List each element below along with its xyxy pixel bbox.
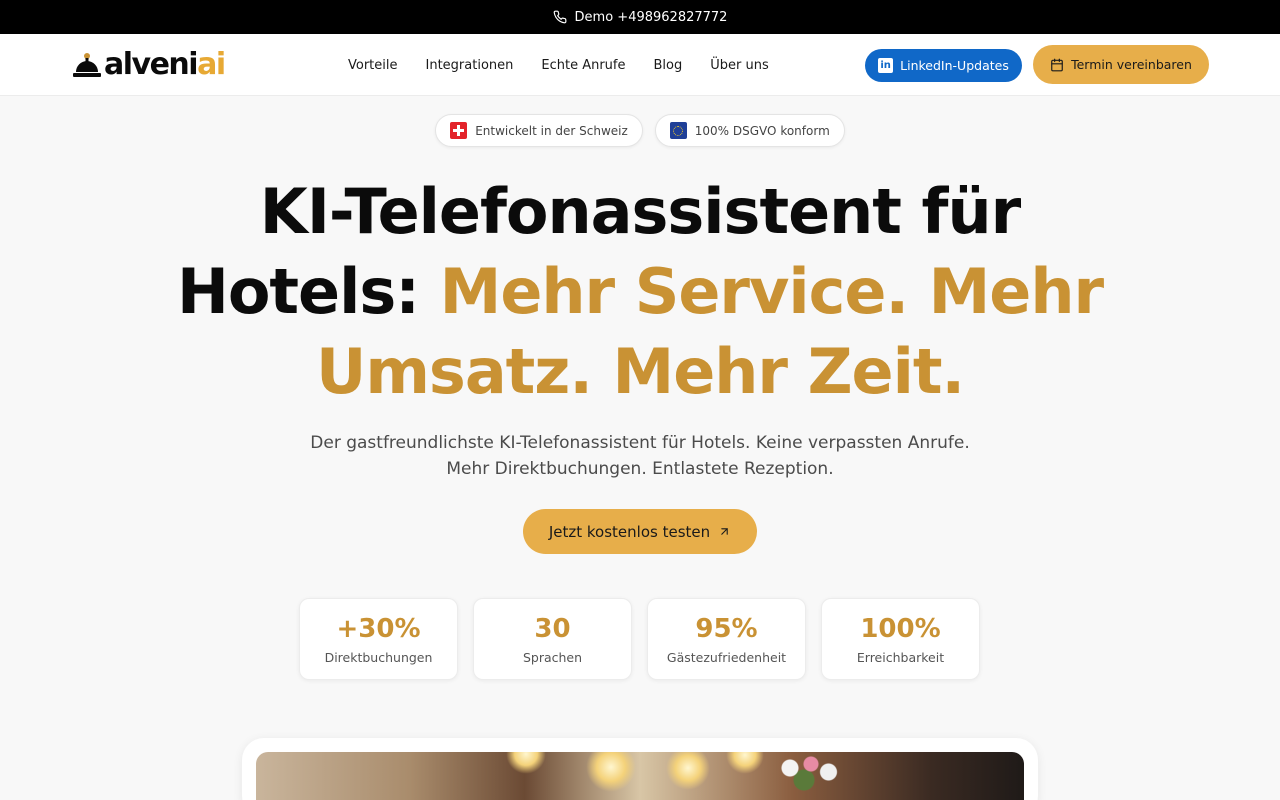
- stats-row: +30% Direktbuchungen 30 Sprachen 95% Gäs…: [299, 598, 980, 680]
- trust-badges: Entwickelt in der Schweiz 100% DSGVO kon…: [0, 114, 1280, 147]
- termin-vereinbaren-button[interactable]: Termin vereinbaren: [1033, 45, 1209, 84]
- stat-value: 30: [534, 613, 571, 644]
- linkedin-icon: in: [878, 58, 894, 73]
- termin-button-label: Termin vereinbaren: [1071, 57, 1192, 72]
- stat-card: 95% Gästezufriedenheit: [647, 598, 806, 680]
- hero-image-card: [242, 738, 1038, 800]
- stat-value: 95%: [695, 613, 758, 644]
- reception-bell-icon: [73, 53, 101, 77]
- badge-dsgvo: 100% DSGVO konform: [654, 114, 845, 147]
- logo[interactable]: alveniai: [72, 46, 226, 82]
- badge-dsgvo-label: 100% DSGVO konform: [694, 123, 830, 138]
- hero-title-gold: Mehr Service. Mehr Umsatz. Mehr Zeit.: [315, 255, 1104, 408]
- stat-card: +30% Direktbuchungen: [299, 598, 458, 680]
- stat-label: Sprachen: [522, 649, 583, 665]
- nav-item-blog[interactable]: Blog: [654, 58, 683, 73]
- stat-value: +30%: [336, 613, 421, 644]
- nav-item-echte-anrufe[interactable]: Echte Anrufe: [541, 58, 625, 73]
- stat-label: Gästezufriedenheit: [666, 649, 787, 665]
- logo-text-dark: alveni: [104, 47, 199, 82]
- nav-item-vorteile[interactable]: Vorteile: [348, 58, 398, 73]
- main-nav: Vorteile Integrationen Echte Anrufe Blog…: [348, 34, 769, 96]
- stat-label: Direktbuchungen: [324, 649, 433, 665]
- badge-swiss-label: Entwickelt in der Schweiz: [475, 123, 628, 138]
- badge-swiss: Entwickelt in der Schweiz: [435, 114, 643, 147]
- hero-subtitle-line1: Der gastfreundlichste KI-Telefonassisten…: [310, 433, 970, 453]
- demo-phone-link[interactable]: Demo +498962827772: [575, 10, 728, 25]
- hero-subtitle-line2: Mehr Direktbuchungen. Entlastete Rezepti…: [446, 459, 834, 479]
- logo-text-gold: ai: [197, 47, 226, 82]
- cta-kostenlos-testen-button[interactable]: Jetzt kostenlos testen: [523, 509, 757, 554]
- swiss-flag-icon: [450, 122, 468, 139]
- hero-title: KI-Telefonassistent für Hotels: Mehr Ser…: [140, 172, 1140, 412]
- eu-flag-icon: [669, 122, 687, 139]
- nav-item-integrationen[interactable]: Integrationen: [426, 58, 514, 73]
- hero-subtitle: Der gastfreundlichste KI-Telefonassisten…: [240, 430, 1040, 482]
- linkedin-button-label: LinkedIn-Updates: [900, 58, 1009, 73]
- logo-text: alveniai: [104, 47, 226, 82]
- linkedin-updates-button[interactable]: in LinkedIn-Updates: [865, 49, 1022, 82]
- calendar-icon: [1051, 58, 1063, 71]
- stat-label: Erreichbarkeit: [856, 649, 945, 665]
- cta-label: Jetzt kostenlos testen: [548, 522, 711, 541]
- nav-item-ueber-uns[interactable]: Über uns: [710, 58, 769, 73]
- phone-icon: [553, 10, 566, 24]
- arrow-up-right-icon: [721, 528, 728, 535]
- hotel-lobby-image: [256, 752, 1024, 800]
- stat-card: 30 Sprachen: [473, 598, 632, 680]
- stat-card: 100% Erreichbarkeit: [821, 598, 980, 680]
- site-header: alveniai Vorteile Integrationen Echte An…: [0, 34, 1280, 96]
- stat-value: 100%: [860, 613, 941, 644]
- top-bar: Demo +498962827772: [0, 0, 1280, 34]
